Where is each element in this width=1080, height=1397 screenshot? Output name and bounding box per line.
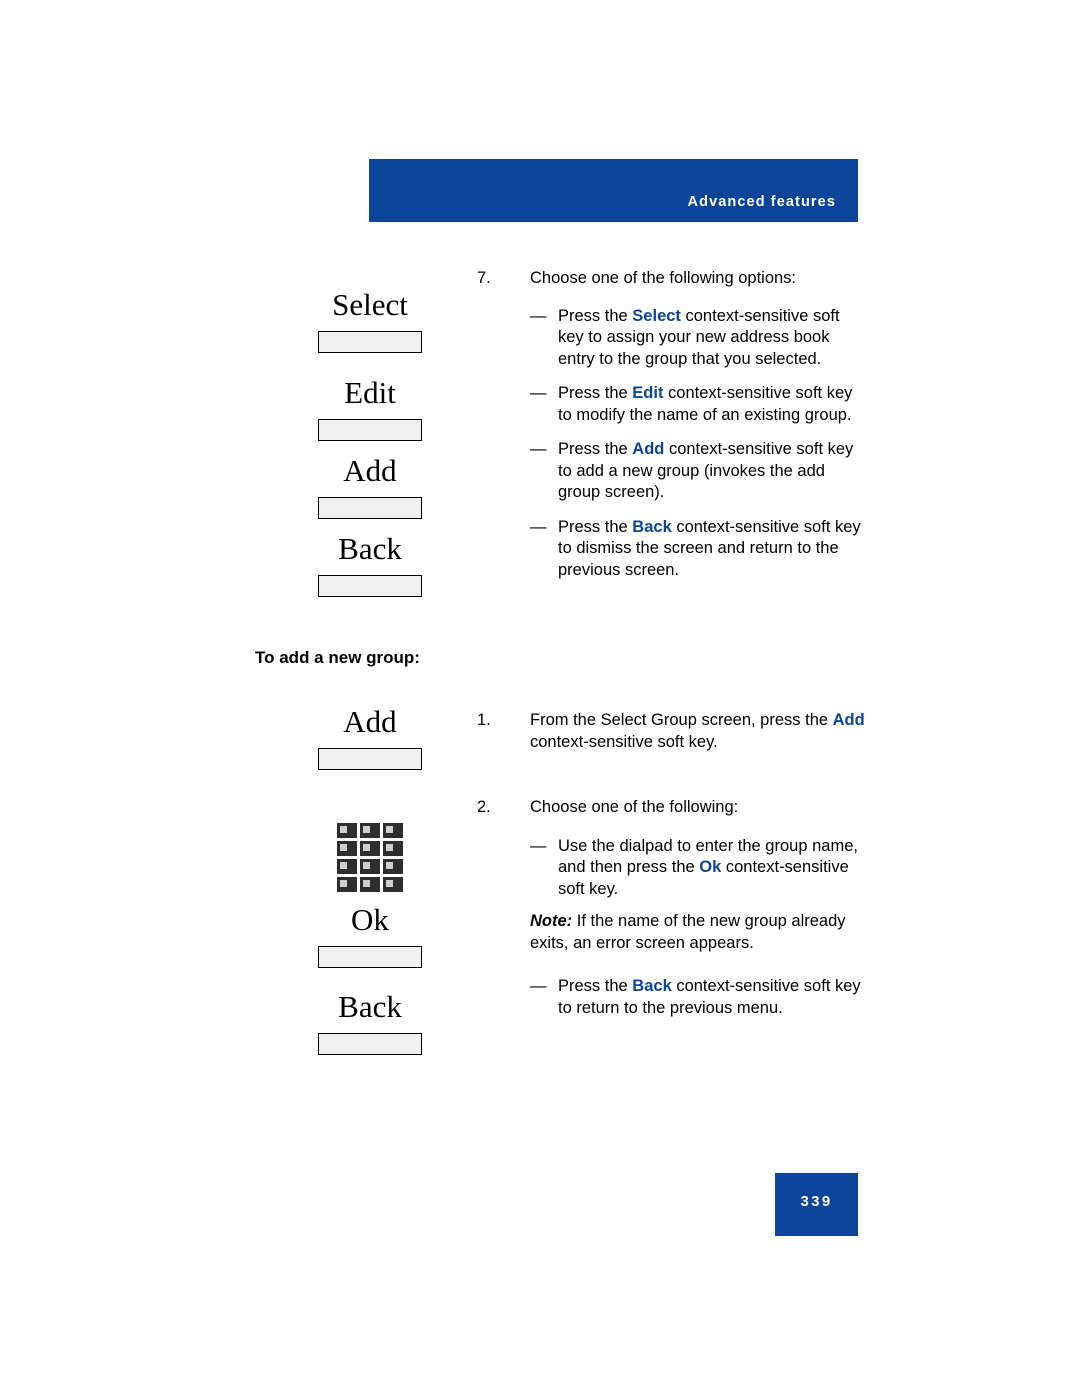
document-page: Advanced features Select Edit Add Back 7…: [0, 0, 1080, 1397]
softkey-add-2-label: Add: [343, 704, 397, 739]
dialpad-key: [360, 877, 380, 892]
bullet-add-text: Press the Add context-sensitive soft key…: [558, 439, 867, 504]
softkey-select: Select: [250, 285, 490, 353]
softkey-ok: Ok: [250, 900, 490, 968]
bullet-dash: —: [530, 977, 547, 995]
bullet-dash: —: [530, 440, 547, 458]
softkey-edit-key: [318, 419, 422, 441]
bullet-edit-pre: Press the: [558, 384, 633, 402]
keyword-back: Back: [632, 517, 672, 536]
step-1-post: context-sensitive soft key.: [530, 732, 718, 751]
bullet-select-text: Press the Select context-sensitive soft …: [558, 306, 867, 371]
bullet-edit: — Press the Edit context-sensitive soft …: [530, 383, 867, 426]
bullet-back-text: Press the Back context-sensitive soft ke…: [558, 517, 867, 582]
instruction-block-add-group: 1. From the Select Group screen, press t…: [477, 710, 867, 1019]
keyword-edit: Edit: [632, 384, 664, 402]
dialpad-key: [383, 823, 403, 838]
step-2: 2. Choose one of the following:: [477, 797, 867, 819]
step-1-text: From the Select Group screen, press the …: [530, 710, 867, 753]
step-1-number: 1.: [477, 711, 491, 729]
dialpad-key: [360, 823, 380, 838]
keyword-add: Add: [632, 440, 665, 458]
dialpad-key: [383, 877, 403, 892]
dialpad-key: [383, 841, 403, 856]
header-banner: Advanced features: [369, 159, 858, 222]
bullet-dialpad-text: Use the dialpad to enter the group name,…: [558, 836, 867, 901]
dialpad-key: [383, 859, 403, 874]
dialpad-key: [337, 877, 357, 892]
softkey-back-2-key: [318, 1033, 422, 1055]
bullet-back-2-text: Press the Back context-sensitive soft ke…: [558, 976, 867, 1019]
bullet-dash: —: [530, 836, 547, 855]
bullet-back-2-pre: Press the: [558, 977, 633, 995]
step-2-text: Choose one of the following:: [530, 798, 739, 816]
bullet-dash: —: [530, 517, 547, 536]
bullet-select: — Press the Select context-sensitive sof…: [530, 306, 867, 371]
step-1: 1. From the Select Group screen, press t…: [477, 710, 867, 753]
keyword-select: Select: [632, 306, 681, 325]
step-7-number: 7.: [477, 269, 491, 287]
softkey-add-key: [318, 497, 422, 519]
softkey-illustration-column-top: Select Edit Add Back: [250, 285, 490, 601]
note-label: Note:: [530, 912, 573, 930]
bullet-back: — Press the Back context-sensitive soft …: [530, 517, 867, 582]
bullet-select-pre: Press the: [558, 306, 633, 325]
page-number: 339: [800, 1193, 833, 1210]
keyword-back-2: Back: [632, 977, 672, 995]
step-2-number: 2.: [477, 798, 491, 816]
note-body: If the name of the new group already exi…: [530, 912, 846, 952]
dialpad-key: [360, 859, 380, 874]
dialpad-icon: [337, 823, 403, 892]
softkey-back: Back: [250, 529, 490, 597]
softkey-add-2: Add: [250, 702, 490, 770]
bullet-add-pre: Press the: [558, 440, 633, 458]
step-1-pre: From the Select Group screen, press the: [530, 711, 833, 729]
header-banner-label: Advanced features: [687, 194, 836, 210]
dialpad-key: [360, 841, 380, 856]
bullet-dash: —: [530, 306, 547, 325]
note-block: Note: If the name of the new group alrea…: [530, 911, 867, 954]
page-number-box: 339: [775, 1173, 858, 1236]
dialpad-key: [337, 859, 357, 874]
softkey-edit: Edit: [250, 373, 490, 441]
keyword-add-2: Add: [832, 711, 865, 729]
bullet-back-2: — Press the Back context-sensitive soft …: [530, 976, 867, 1019]
bullet-dialpad: — Use the dialpad to enter the group nam…: [530, 836, 867, 901]
softkey-ok-label: Ok: [351, 902, 389, 937]
softkey-edit-label: Edit: [344, 375, 396, 410]
softkey-add-label: Add: [343, 453, 397, 488]
softkey-back-key: [318, 575, 422, 597]
dialpad-key: [337, 823, 357, 838]
dialpad-key: [337, 841, 357, 856]
softkey-select-label: Select: [332, 287, 408, 322]
softkey-add-2-key: [318, 748, 422, 770]
softkey-back-label: Back: [338, 531, 402, 566]
section-heading: To add a new group:: [255, 648, 420, 667]
softkey-back-2-label: Back: [338, 989, 402, 1024]
keyword-ok: Ok: [699, 858, 722, 876]
bullet-back-pre: Press the: [558, 517, 633, 536]
instruction-block-step-7: 7. Choose one of the following options: …: [477, 268, 867, 581]
softkey-select-key: [318, 331, 422, 353]
step-7-text: Choose one of the following options:: [530, 269, 797, 287]
bullet-edit-text: Press the Edit context-sensitive soft ke…: [558, 383, 867, 426]
bullet-dash: —: [530, 384, 547, 402]
note-text: Note: If the name of the new group alrea…: [530, 911, 867, 954]
bullet-add: — Press the Add context-sensitive soft k…: [530, 439, 867, 504]
softkey-add: Add: [250, 451, 490, 519]
step-7: 7. Choose one of the following options:: [477, 268, 867, 290]
softkey-ok-key: [318, 946, 422, 968]
softkey-illustration-column-bottom: Add Ok Back: [250, 702, 490, 1059]
softkey-back-2: Back: [250, 987, 490, 1055]
